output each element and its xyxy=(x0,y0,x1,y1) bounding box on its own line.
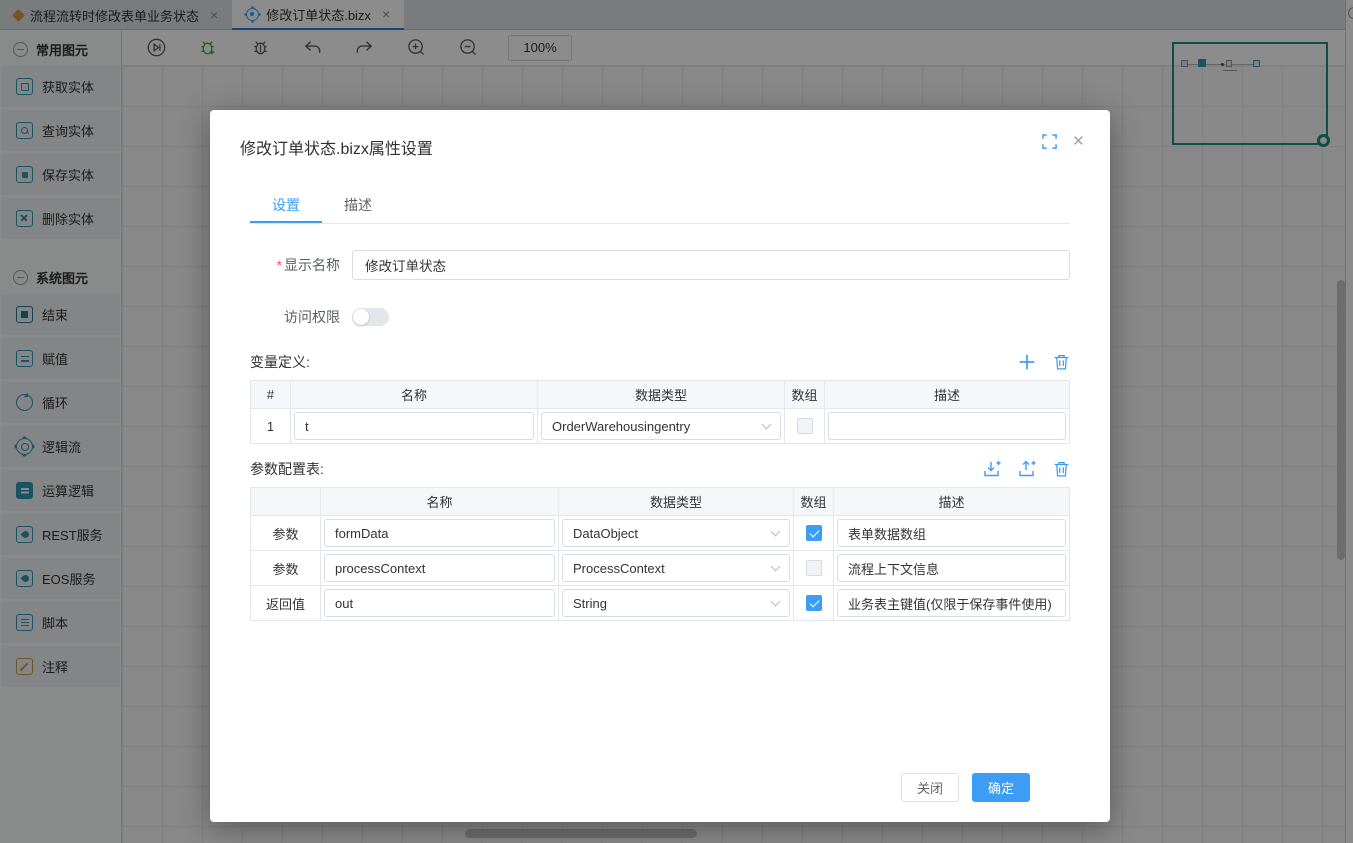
selected-type: ProcessContext xyxy=(573,561,665,576)
required-mark: * xyxy=(277,257,282,273)
param-desc-input[interactable] xyxy=(837,554,1066,582)
variable-desc-input[interactable] xyxy=(828,412,1066,440)
param-kind: 返回值 xyxy=(251,585,321,620)
confirm-button[interactable]: 确定 xyxy=(972,773,1030,802)
display-name-label: *显示名称 xyxy=(250,255,340,275)
access-label: 访问权限 xyxy=(250,307,340,327)
row-index: 1 xyxy=(251,408,291,443)
column-header: 描述 xyxy=(825,381,1069,408)
export-params-icon[interactable] xyxy=(1018,460,1036,478)
access-toggle[interactable] xyxy=(352,308,389,326)
tab-description[interactable]: 描述 xyxy=(322,194,394,223)
param-kind: 参数 xyxy=(251,515,321,550)
param-type-select[interactable]: ProcessContext xyxy=(562,554,790,582)
close-button[interactable]: 关闭 xyxy=(901,773,959,802)
column-header: 数组 xyxy=(794,488,834,515)
access-row: 访问权限 xyxy=(250,307,1070,327)
delete-params-icon[interactable] xyxy=(1053,460,1070,478)
param-name-input[interactable] xyxy=(324,519,555,547)
selected-type: String xyxy=(573,596,607,611)
column-header: 描述 xyxy=(834,488,1069,515)
selected-type: DataObject xyxy=(573,526,638,541)
variable-type-select[interactable]: OrderWarehousingentry xyxy=(541,412,781,440)
param-kind: 参数 xyxy=(251,550,321,585)
param-type-select[interactable]: DataObject xyxy=(562,519,790,547)
dialog-tabs: 设置 描述 xyxy=(250,194,1070,224)
chevron-down-icon xyxy=(771,597,781,607)
add-variable-icon[interactable] xyxy=(1018,353,1036,371)
variables-table: # 名称 数据类型 数组 描述 1 OrderWarehousingentry xyxy=(250,380,1070,444)
dialog-footer: 关闭 确定 xyxy=(250,773,1070,822)
param-desc-input[interactable] xyxy=(837,519,1066,547)
column-header: # xyxy=(251,381,291,408)
params-section-header: 参数配置表: xyxy=(250,459,1070,479)
chevron-down-icon xyxy=(762,420,772,430)
column-header: 名称 xyxy=(321,488,559,515)
delete-variable-icon[interactable] xyxy=(1053,353,1070,371)
chevron-down-icon xyxy=(771,527,781,537)
array-checkbox[interactable] xyxy=(797,418,813,434)
properties-dialog: 修改订单状态.bizx属性设置 × 设置 描述 *显示名称 访问权限 变量定义: xyxy=(210,110,1110,822)
column-header: 数据类型 xyxy=(538,381,785,408)
toggle-knob xyxy=(353,309,369,325)
variable-name-input[interactable] xyxy=(294,412,534,440)
param-desc-input[interactable] xyxy=(837,589,1066,617)
display-name-input[interactable] xyxy=(352,250,1070,280)
params-title: 参数配置表: xyxy=(250,459,324,479)
array-checkbox[interactable] xyxy=(806,560,822,576)
tab-settings[interactable]: 设置 xyxy=(250,194,322,223)
column-header: 名称 xyxy=(291,381,538,408)
close-icon[interactable]: × xyxy=(1073,132,1084,151)
array-checkbox[interactable] xyxy=(806,595,822,611)
param-name-input[interactable] xyxy=(324,554,555,582)
column-header: 数据类型 xyxy=(559,488,794,515)
column-header: 数组 xyxy=(785,381,825,408)
column-header xyxy=(251,488,321,515)
dialog-title: 修改订单状态.bizx属性设置 xyxy=(240,135,1080,159)
import-params-icon[interactable] xyxy=(983,460,1001,478)
param-type-select[interactable]: String xyxy=(562,589,790,617)
maximize-icon[interactable] xyxy=(1042,134,1057,149)
selected-type: OrderWarehousingentry xyxy=(552,419,690,434)
param-name-input[interactable] xyxy=(324,589,555,617)
chevron-down-icon xyxy=(771,562,781,572)
variables-title: 变量定义: xyxy=(250,352,310,372)
display-name-row: *显示名称 xyxy=(250,250,1070,280)
params-table: 名称 数据类型 数组 描述 参数 DataObject 参数 ProcessCo… xyxy=(250,487,1070,621)
dialog-header: 修改订单状态.bizx属性设置 × xyxy=(210,110,1110,159)
array-checkbox[interactable] xyxy=(806,525,822,541)
variables-section-header: 变量定义: xyxy=(250,352,1070,372)
dialog-body: *显示名称 访问权限 变量定义: # 名称 数据类型 数组 描述 1 xyxy=(210,224,1110,822)
